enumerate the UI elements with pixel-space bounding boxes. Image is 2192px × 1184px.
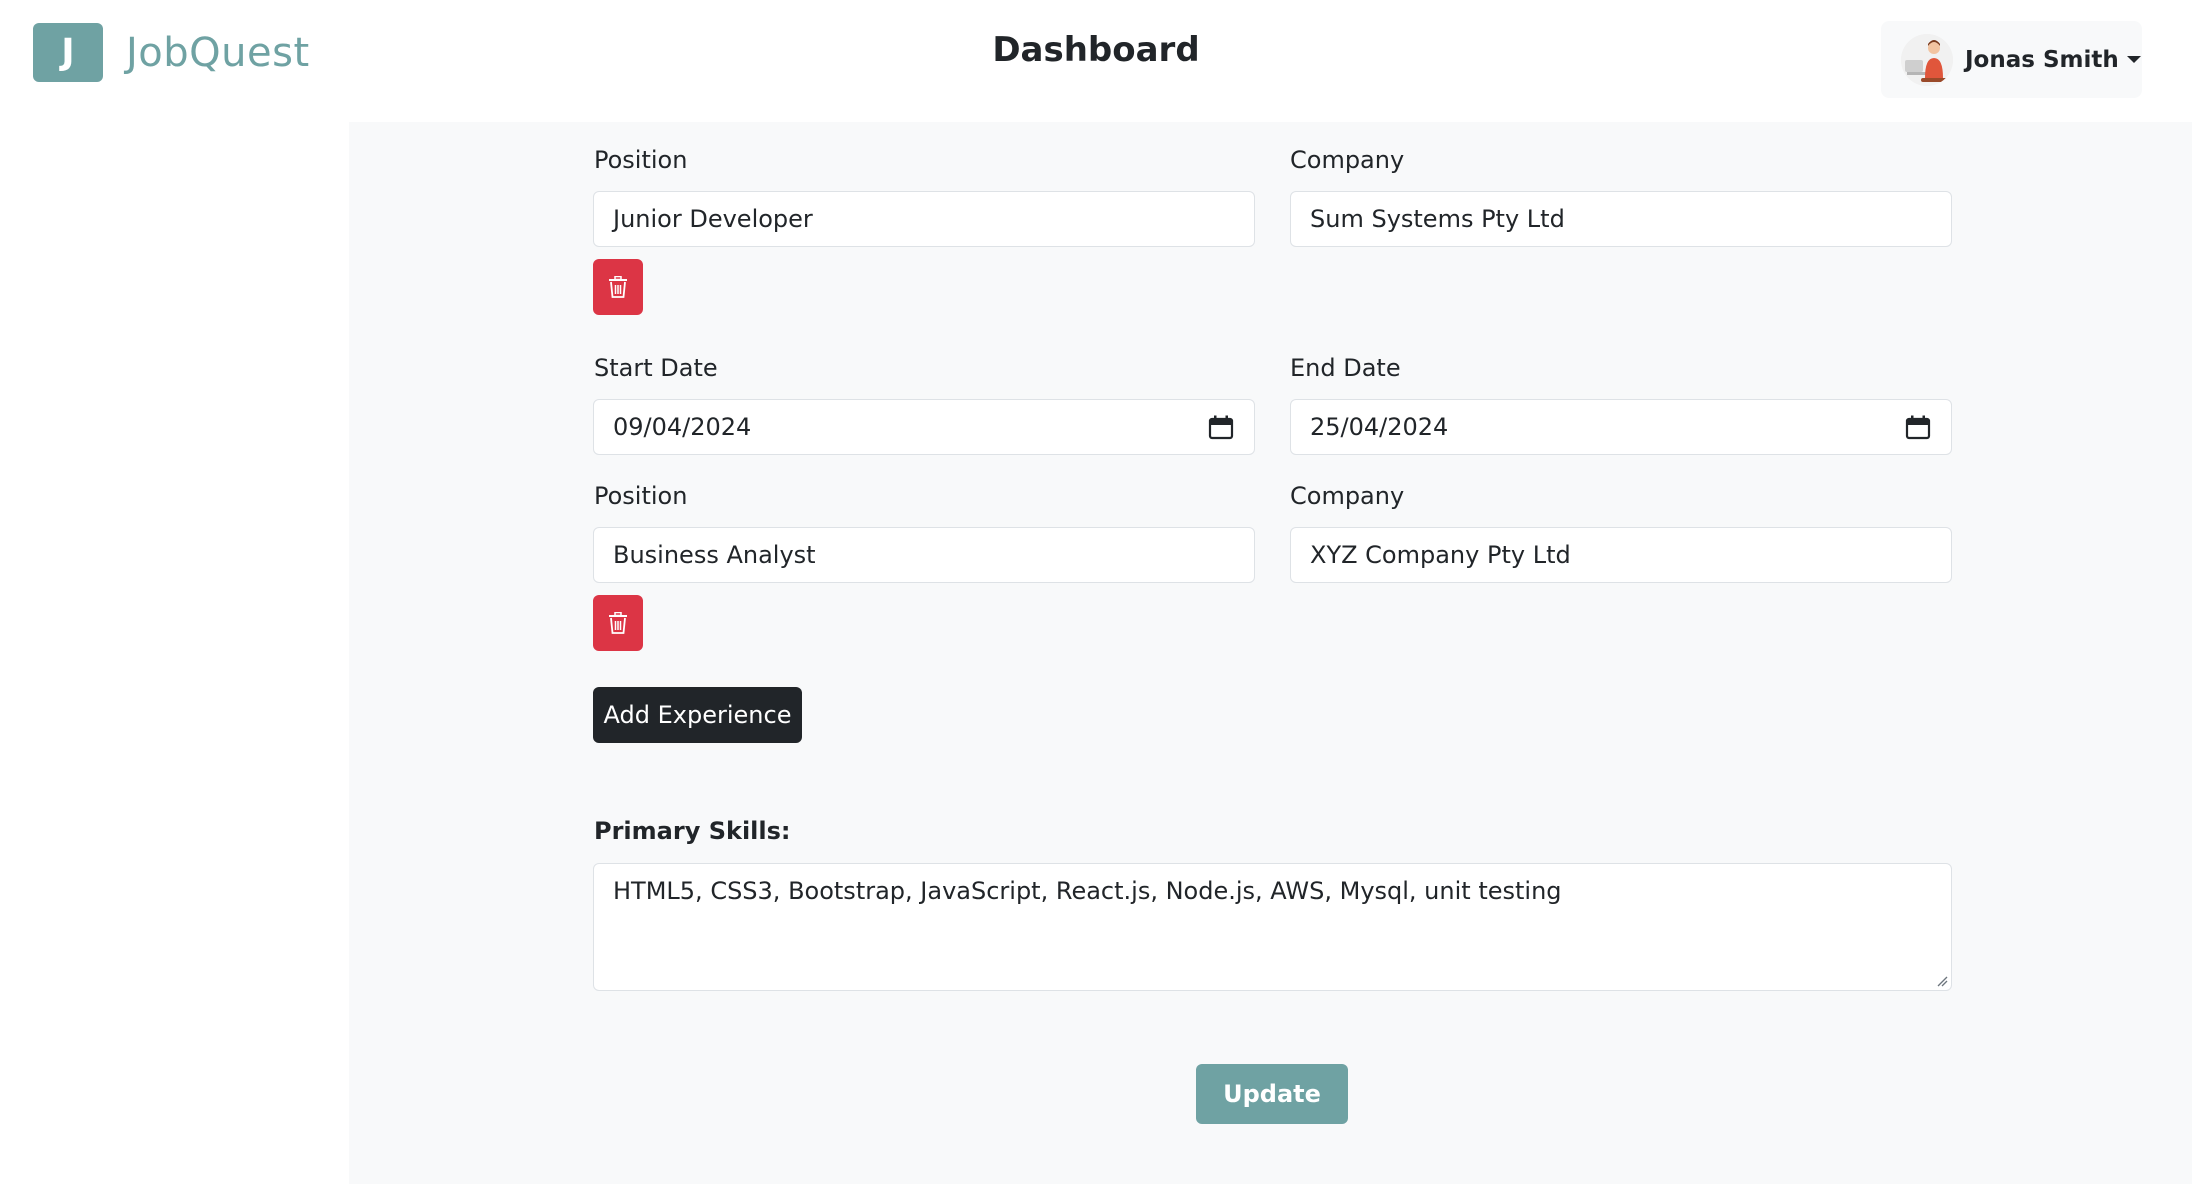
position-label: Position [594, 146, 688, 174]
delete-experience-button[interactable] [593, 595, 643, 651]
chevron-down-icon [2126, 56, 2141, 63]
sidebar [0, 122, 349, 1184]
trash-icon [609, 276, 627, 298]
top-navbar: J JobQuest Dashboard Jonas Smith [0, 0, 2192, 122]
logo-badge: J [33, 23, 103, 82]
end-date-label: End Date [1290, 354, 1401, 382]
trash-icon [609, 612, 627, 634]
calendar-icon[interactable] [1905, 414, 1931, 440]
company-input[interactable]: XYZ Company Pty Ltd [1290, 527, 1952, 583]
resize-grip-icon[interactable] [1936, 975, 1948, 987]
user-avatar-icon [1901, 33, 1953, 86]
update-button[interactable]: Update [1196, 1064, 1348, 1124]
primary-skills-value: HTML5, CSS3, Bootstrap, JavaScript, Reac… [613, 877, 1562, 905]
position-value: Junior Developer [613, 205, 813, 233]
user-name: Jonas Smith [1965, 46, 2119, 73]
user-menu-dropdown[interactable]: Jonas Smith [1881, 21, 2142, 98]
start-date-label: Start Date [594, 354, 718, 382]
position-input[interactable]: Business Analyst [593, 527, 1255, 583]
primary-skills-label: Primary Skills: [594, 817, 791, 845]
primary-skills-textarea[interactable]: HTML5, CSS3, Bootstrap, JavaScript, Reac… [593, 863, 1952, 991]
page-title: Dashboard [992, 30, 1200, 70]
end-date-value: 25/04/2024 [1310, 413, 1449, 441]
logo-name: JobQuest [126, 29, 310, 76]
add-experience-button[interactable]: Add Experience [593, 687, 802, 743]
start-date-input[interactable]: 09/04/2024 [593, 399, 1255, 455]
company-value: XYZ Company Pty Ltd [1310, 541, 1571, 569]
company-value: Sum Systems Pty Ltd [1310, 205, 1565, 233]
app-logo[interactable]: J JobQuest [33, 23, 310, 82]
position-label: Position [594, 482, 688, 510]
calendar-icon[interactable] [1208, 414, 1234, 440]
company-input[interactable]: Sum Systems Pty Ltd [1290, 191, 1952, 247]
start-date-value: 09/04/2024 [613, 413, 752, 441]
position-input[interactable]: Junior Developer [593, 191, 1255, 247]
logo-letter: J [61, 32, 75, 73]
page-title-wrapper: Dashboard [0, 30, 2192, 70]
company-label: Company [1290, 482, 1405, 510]
end-date-input[interactable]: 25/04/2024 [1290, 399, 1952, 455]
position-value: Business Analyst [613, 541, 816, 569]
delete-experience-button[interactable] [593, 259, 643, 315]
company-label: Company [1290, 146, 1405, 174]
